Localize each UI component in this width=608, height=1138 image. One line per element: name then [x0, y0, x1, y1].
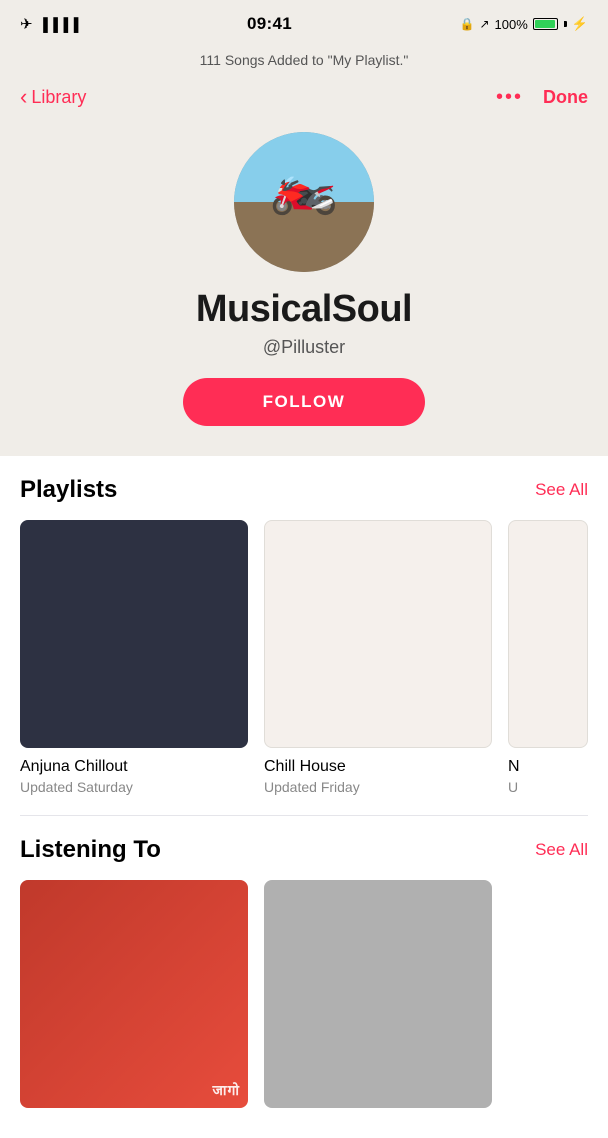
nav-actions: ••• Done	[496, 86, 588, 109]
list-item[interactable]	[264, 880, 492, 1118]
profile-handle: @Pilluster	[263, 337, 345, 358]
back-arrow-icon: ‹	[20, 84, 27, 110]
airplane-icon: ✈	[20, 15, 33, 33]
done-button[interactable]: Done	[543, 87, 588, 108]
more-button[interactable]: •••	[496, 86, 523, 109]
listening-header: Listening To See All	[20, 836, 588, 864]
status-left: ✈ ▐▐▐▐	[20, 15, 79, 33]
listening-see-all[interactable]: See All	[535, 840, 588, 860]
nav-bar: ‹ Library ••• Done	[0, 80, 608, 122]
follow-button[interactable]: FOLLOW	[183, 378, 426, 426]
playlist-name-1: Anjuna Chillout	[20, 758, 248, 776]
list-item[interactable]: Anjuna Chillout Updated Saturday	[20, 520, 248, 795]
listening-artwork-icon: जागो	[212, 1081, 240, 1100]
battery-tip	[564, 21, 567, 27]
content-area: Playlists See All Anjuna Chillout Update…	[0, 456, 608, 1138]
playlist-name-3: N	[508, 758, 588, 776]
status-bar: ✈ ▐▐▐▐ 09:41 🔒 ↗ 100% ⚡	[0, 0, 608, 44]
back-button[interactable]: ‹ Library	[20, 84, 86, 110]
status-right: 🔒 ↗ 100% ⚡	[460, 16, 588, 32]
battery-percent: 100%	[495, 17, 528, 32]
listening-grid: जागो	[20, 880, 588, 1138]
playlist-cover-3	[508, 520, 588, 748]
playlist-updated-1: Updated Saturday	[20, 779, 248, 795]
listening-section: Listening To See All जागो	[0, 816, 608, 1138]
listening-title: Listening To	[20, 836, 161, 864]
location-icon: ↗	[479, 17, 489, 31]
lock-icon: 🔒	[460, 17, 475, 31]
playlist-cover-1	[20, 520, 248, 748]
battery-icon	[533, 18, 558, 30]
back-label: Library	[31, 87, 86, 108]
list-item[interactable]: जागो	[20, 880, 248, 1118]
charging-icon: ⚡	[572, 16, 588, 32]
playlists-see-all[interactable]: See All	[535, 480, 588, 500]
playlist-updated-3: U	[508, 779, 588, 795]
playlist-updated-2: Updated Friday	[264, 779, 492, 795]
playlist-cover-2	[264, 520, 492, 748]
listening-cover-1: जागो	[20, 880, 248, 1108]
profile-name: MusicalSoul	[196, 288, 412, 331]
list-item[interactable]: N U	[508, 520, 588, 795]
listening-cover-2	[264, 880, 492, 1108]
signal-icon: ▐▐▐▐	[39, 17, 80, 32]
playlists-section: Playlists See All Anjuna Chillout Update…	[0, 456, 608, 815]
playlists-header: Playlists See All	[20, 476, 588, 504]
status-time: 09:41	[247, 14, 292, 34]
playlist-name-2: Chill House	[264, 758, 492, 776]
playlists-title: Playlists	[20, 476, 117, 504]
notification-text: 111 Songs Added to "My Playlist."	[200, 52, 409, 68]
notification-banner: 111 Songs Added to "My Playlist."	[0, 44, 608, 80]
profile-section: MusicalSoul @Pilluster FOLLOW	[0, 122, 608, 456]
avatar-image	[234, 132, 374, 272]
list-item[interactable]: Chill House Updated Friday	[264, 520, 492, 795]
playlist-grid: Anjuna Chillout Updated Saturday Chill H…	[20, 520, 588, 815]
avatar	[234, 132, 374, 272]
